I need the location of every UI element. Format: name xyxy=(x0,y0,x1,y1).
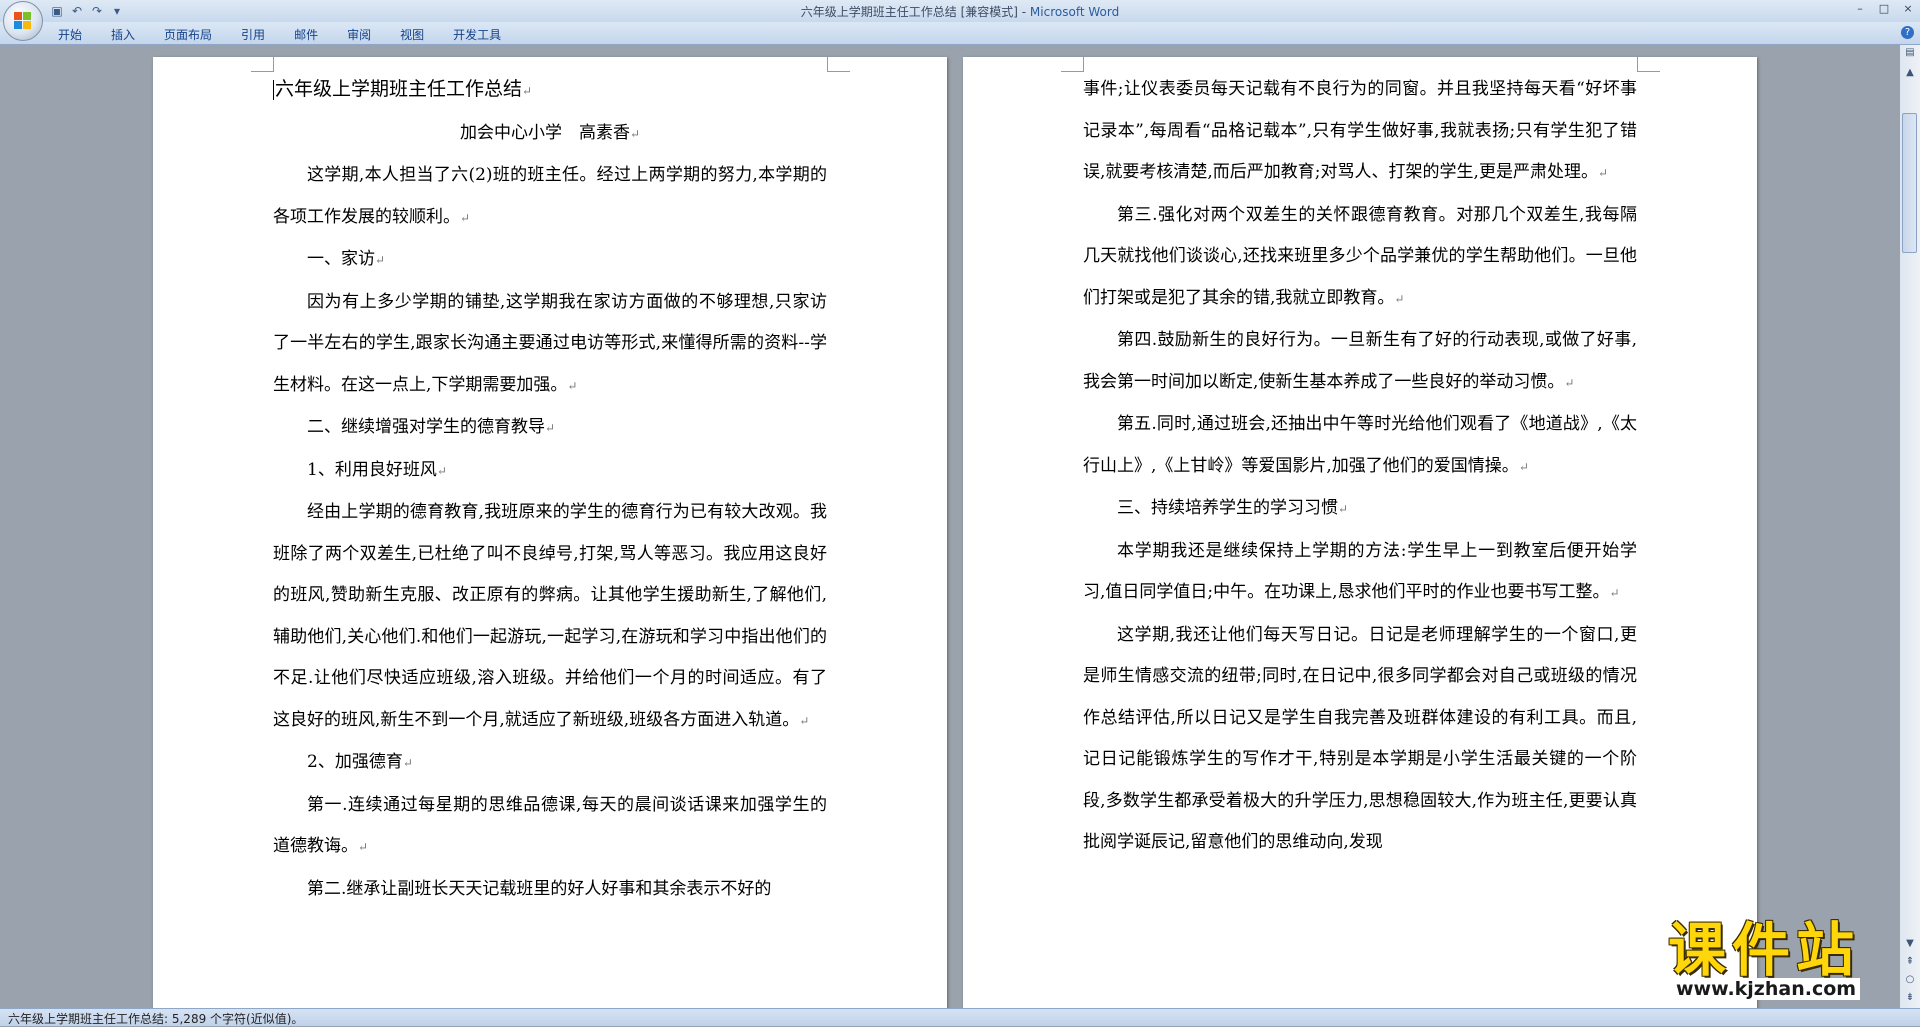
paragraph[interactable]: 第四.鼓励新生的良好行为。一旦新生有了好的行动表现,或做了好事,我会第一时间加以… xyxy=(1083,320,1637,404)
tab-mailings[interactable]: 邮件 xyxy=(294,26,318,43)
paragraph[interactable]: 加会中心小学 高素香↵ xyxy=(273,113,827,156)
paragraph-text: 因为有上多少学期的铺垫,这学期我在家访方面做的不够理想,只家访了一半左右的学生,… xyxy=(273,291,827,395)
paragraph-mark-icon: ↵ xyxy=(567,378,578,393)
previous-page-icon[interactable]: ⇞ xyxy=(1902,954,1918,970)
document-area: 六年级上学期班主任工作总结↵ 加会中心小学 高素香↵ 这学期,本人担当了六(2)班的… xyxy=(0,45,1900,1008)
document-page-1[interactable]: 六年级上学期班主任工作总结↵ 加会中心小学 高素香↵ 这学期,本人担当了六(2)班的… xyxy=(153,57,947,1008)
paragraph-text: 本学期我还是继续保持上学期的方法:学生早上一到教室后便开始学习,值日同学值日;中… xyxy=(1083,540,1637,603)
crop-mark xyxy=(1637,57,1660,72)
help-icon[interactable]: ? xyxy=(1901,26,1914,39)
paragraph[interactable]: 2、加强德育↵ xyxy=(273,742,827,785)
paragraph[interactable]: 一、家访↵ xyxy=(273,239,827,282)
ruler-toggle-icon[interactable]: ▤ xyxy=(1902,45,1918,61)
paragraph[interactable]: 1、利用良好班风↵ xyxy=(273,450,827,493)
tab-insert[interactable]: 插入 xyxy=(111,26,135,43)
paragraph-mark-icon: ↵ xyxy=(1597,166,1609,180)
vertical-scrollbar[interactable]: ▤ ▲ ▼ ⇞ ○ ⇟ xyxy=(1900,45,1920,1008)
paragraph-mark-icon: ↵ xyxy=(545,421,556,435)
crop-mark xyxy=(827,57,850,72)
window-controls: – □ × xyxy=(1848,0,1920,20)
tab-home[interactable]: 开始 xyxy=(58,26,82,43)
paragraph-mark-icon: ↵ xyxy=(1394,291,1405,306)
paragraph-text: 第三.强化对两个双差生的关怀跟德育教育。对那几个双差生,我每隔几天就找他们谈谈心… xyxy=(1083,204,1637,308)
paragraph-mark-icon: ↵ xyxy=(436,463,447,478)
minimize-button[interactable]: – xyxy=(1848,0,1872,20)
paragraph-text: 2、加强德育 xyxy=(307,752,403,772)
paragraph-mark-icon: ↵ xyxy=(358,840,369,854)
watermark-logo: 课件站 xyxy=(1668,916,1861,984)
paragraph[interactable]: 这学期,我还让他们每天写日记。日记是老师理解学生的一个窗口,更是师生情感交流的纽… xyxy=(1083,615,1637,864)
maximize-button[interactable]: □ xyxy=(1872,0,1896,20)
paragraph[interactable]: 事件;让仪表委员每天记载有不良行为的同窗。并且我坚持每天看“好坏事记录本”,每周… xyxy=(1083,69,1637,195)
paragraph[interactable]: 本学期我还是继续保持上学期的方法:学生早上一到教室后便开始学习,值日同学值日;中… xyxy=(1083,531,1637,615)
tab-developer[interactable]: 开发工具 xyxy=(453,26,501,43)
paragraph-text: 第一.连续通过每星期的思维品德课,每天的晨间谈话课来加强学生的道德教诲。 xyxy=(273,794,827,857)
text-cursor xyxy=(273,80,274,100)
paragraph-mark-icon: ↵ xyxy=(799,713,810,728)
title-bar: ▣ ↶ ↷ ▾ 六年级上学期班主任工作总结 [兼容模式] - Microsoft… xyxy=(0,0,1920,41)
paragraph-text: 这学期,我还让他们每天写日记。日记是老师理解学生的一个窗口,更是师生情感交流的纽… xyxy=(1083,624,1637,853)
app-name: Microsoft Word xyxy=(1029,5,1120,19)
paragraph-mark-icon: ↵ xyxy=(460,210,471,225)
watermark-url: www.kjzhan.com xyxy=(1672,978,1861,1000)
paragraph-mark-icon: ↵ xyxy=(1518,459,1529,474)
paragraph-mark-icon: ↵ xyxy=(1609,586,1620,600)
paragraph-mark-icon: ↵ xyxy=(1338,502,1349,516)
paragraph[interactable]: 三、持续培养学生的学习习惯↵ xyxy=(1083,488,1637,531)
scroll-up-icon[interactable]: ▲ xyxy=(1902,65,1918,81)
paragraph-mark-icon: ↵ xyxy=(375,253,386,267)
paragraph-text: 一、家访 xyxy=(307,249,375,269)
paragraph[interactable]: 这学期,本人担当了六(2)班的班主任。经过上两学期的努力,本学期的各项工作发展的… xyxy=(273,155,827,239)
document-page-2[interactable]: 事件;让仪表委员每天记载有不良行为的同窗。并且我坚持每天看“好坏事记录本”,每周… xyxy=(963,57,1757,1008)
paragraph-text: 二、继续增强对学生的德育教导 xyxy=(307,417,545,437)
scroll-thumb[interactable] xyxy=(1902,113,1917,253)
tab-review[interactable]: 审阅 xyxy=(347,26,371,43)
paragraph[interactable]: 因为有上多少学期的铺垫,这学期我在家访方面做的不够理想,只家访了一半左右的学生,… xyxy=(273,282,827,408)
paragraph-text: 加会中心小学 高素香 xyxy=(459,122,630,143)
scroll-down-icon[interactable]: ▼ xyxy=(1902,936,1918,952)
document-title: 六年级上学期班主任工作总结 [兼容模式] - xyxy=(800,5,1030,19)
office-logo-icon xyxy=(14,12,32,30)
paragraph[interactable]: 第一.连续通过每星期的思维品德课,每天的晨间谈话课来加强学生的道德教诲。↵ xyxy=(273,785,827,869)
window-title: 六年级上学期班主任工作总结 [兼容模式] - Microsoft Word xyxy=(0,3,1920,20)
ribbon: 开始 插入 页面布局 引用 邮件 审阅 视图 开发工具 ? xyxy=(0,22,1920,45)
paragraph[interactable]: 二、继续增强对学生的德育教导↵ xyxy=(273,407,827,450)
paragraph-mark-icon: ↵ xyxy=(402,756,413,770)
paragraph-text: 第四.鼓励新生的良好行为。一旦新生有了好的行动表现,或做了好事,我会第一时间加以… xyxy=(1083,330,1637,392)
site-watermark: 课件站 www.kjzhan.com xyxy=(1668,920,1904,1000)
status-bar: 六年级上学期班主任工作总结: 5,289 个字符(近似值)。 xyxy=(0,1008,1920,1026)
paragraph[interactable]: 第二.继承让副班长天天记载班里的好人好事和其余表示不好的 xyxy=(273,869,827,911)
paragraph-mark-icon: ↵ xyxy=(629,126,641,141)
ribbon-tabs: 开始 插入 页面布局 引用 邮件 审阅 视图 开发工具 xyxy=(58,26,530,43)
select-browse-object-icon[interactable]: ○ xyxy=(1902,972,1918,988)
crop-mark xyxy=(251,57,274,72)
close-button[interactable]: × xyxy=(1896,0,1920,20)
paragraph-text: 事件;让仪表委员每天记载有不良行为的同窗。并且我坚持每天看“好坏事记录本”,每周… xyxy=(1083,79,1637,182)
paragraph-text: 1、利用良好班风 xyxy=(307,459,437,480)
paragraph-text: 这学期,本人担当了六(2)班的班主任。经过上两学期的努力,本学期的各项工作发展的… xyxy=(273,165,827,227)
paragraph[interactable]: 第三.强化对两个双差生的关怀跟德育教育。对那几个双差生,我每隔几天就找他们谈谈心… xyxy=(1083,195,1637,321)
paragraph-text: 第二.继承让副班长天天记载班里的好人好事和其余表示不好的 xyxy=(307,878,772,899)
paragraph-mark-icon: ↵ xyxy=(1564,375,1575,390)
page-2-text[interactable]: 事件;让仪表委员每天记载有不良行为的同窗。并且我坚持每天看“好坏事记录本”,每周… xyxy=(1083,69,1637,864)
paragraph-text: 经由上学期的德育教育,我班原来的学生的德育行为已有较大改观。我班除了两个双差生,… xyxy=(273,502,827,730)
word-count-status[interactable]: 六年级上学期班主任工作总结: 5,289 个字符(近似值)。 xyxy=(8,1010,303,1027)
paragraph-mark-icon: ↵ xyxy=(522,84,533,98)
next-page-icon[interactable]: ⇟ xyxy=(1902,990,1918,1006)
tab-view[interactable]: 视图 xyxy=(400,26,424,43)
paragraph[interactable]: 经由上学期的德育教育,我班原来的学生的德育行为已有较大改观。我班除了两个双差生,… xyxy=(273,492,827,742)
office-button[interactable] xyxy=(3,1,43,41)
page-1-text[interactable]: 六年级上学期班主任工作总结↵ 加会中心小学 高素香↵ 这学期,本人担当了六(2)班的… xyxy=(273,69,827,910)
paragraph[interactable]: 第五.同时,通过班会,还抽出中午等时光给他们观看了《地道战》,《太行山上》,《上… xyxy=(1083,404,1637,488)
paragraph-text: 三、持续培养学生的学习习惯 xyxy=(1117,498,1338,518)
tab-references[interactable]: 引用 xyxy=(241,26,265,43)
paragraph-text: 第五.同时,通过班会,还抽出中午等时光给他们观看了《地道战》,《太行山上》,《上… xyxy=(1083,414,1637,476)
tab-page-layout[interactable]: 页面布局 xyxy=(164,26,212,43)
paragraph[interactable]: 六年级上学期班主任工作总结↵ xyxy=(273,69,827,113)
paragraph-text: 六年级上学期班主任工作总结 xyxy=(275,78,523,100)
crop-mark xyxy=(1061,57,1084,72)
